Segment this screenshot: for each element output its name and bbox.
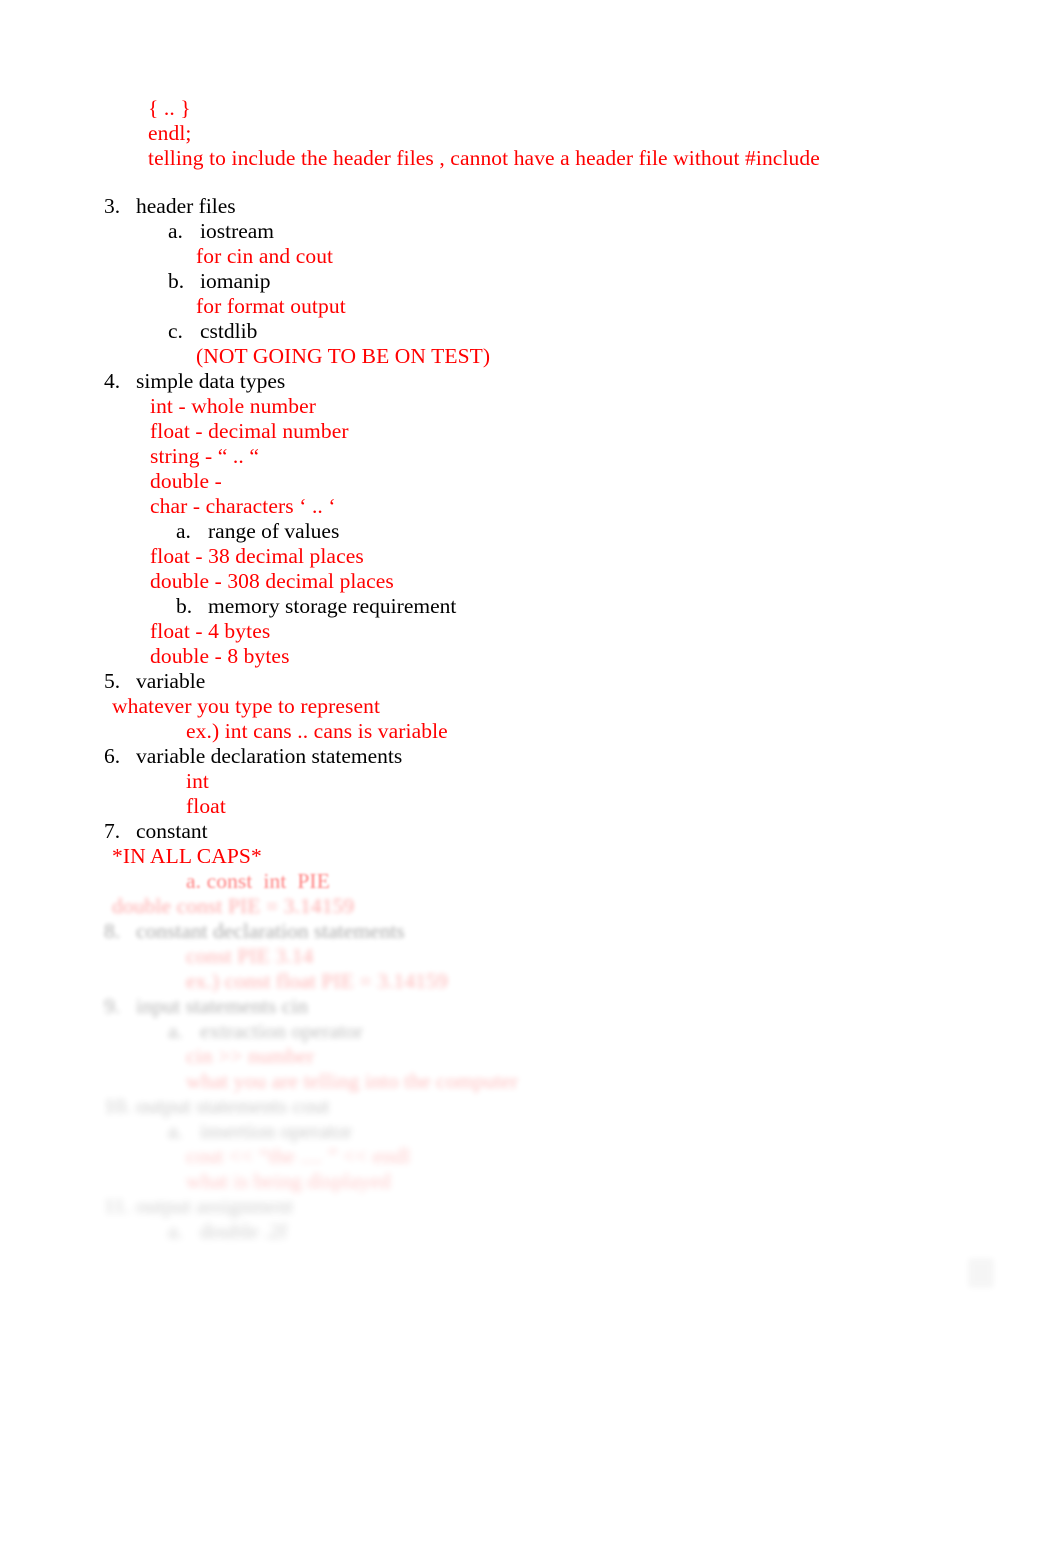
outline-item-label: iomanip: [200, 269, 271, 293]
list-marker: 3.: [104, 194, 121, 218]
note-type-double: double -: [150, 469, 222, 493]
note-iostream: for cin and cout: [196, 244, 334, 268]
outline-item-label: insertion operator: [200, 1119, 353, 1143]
degraded-line-12: cout << “the .... ” << endl: [186, 1144, 411, 1168]
list-marker: b.: [176, 594, 193, 618]
outline-item-label: output statements cout: [136, 1094, 330, 1118]
degraded-line-3: 8. constant declaration statements: [0, 919, 1062, 944]
note-cstdlib: (NOT GOING TO BE ON TEST): [196, 344, 491, 368]
outline-item-6: 6. variable declaration statements: [0, 744, 1062, 769]
list-marker: c.: [168, 319, 183, 343]
page-corner-artifact: [968, 1258, 994, 1288]
outline-item-label: constant declaration statements: [136, 919, 405, 943]
degraded-line-11: a. insertion operator: [0, 1119, 1062, 1144]
degraded-line-7: a. extraction operator: [0, 1019, 1062, 1044]
outline-item-label: extraction operator: [200, 1019, 363, 1043]
list-marker: 10.: [104, 1094, 131, 1118]
note-variable-definition: whatever you type to represent: [112, 694, 381, 718]
list-marker: 4.: [104, 369, 121, 393]
outline-item-label: memory storage requirement: [208, 594, 457, 618]
note-type-char: char - characters ‘ .. ‘: [150, 494, 336, 518]
outline-item-5: 5. variable: [0, 669, 1062, 694]
outline-item-label: input statements cin: [136, 994, 308, 1018]
note-type-float: float - decimal number: [150, 419, 349, 443]
list-marker: 7.: [104, 819, 121, 843]
document-body: { .. } endl; telling to include the head…: [0, 96, 1062, 1244]
list-marker: a.: [168, 1019, 183, 1043]
list-marker: a.: [168, 1219, 183, 1243]
note-decl-int: int: [186, 769, 209, 793]
outline-item-label: variable declaration statements: [136, 744, 403, 768]
outline-item-label: cstdlib: [200, 319, 258, 343]
list-marker: 5.: [104, 669, 121, 693]
degraded-line-1: a. const int PIE: [186, 869, 330, 893]
list-marker: a.: [168, 1119, 183, 1143]
note-type-int: int - whole number: [150, 394, 316, 418]
outline-item-4a: a. range of values: [0, 519, 1062, 544]
document-page: { .. } endl; telling to include the head…: [0, 0, 1062, 1556]
outline-item-4: 4. simple data types: [0, 369, 1062, 394]
outline-item-label: double .2f: [200, 1219, 288, 1243]
degraded-line-9: what you are telling into the computer: [186, 1069, 519, 1093]
degraded-section: a. const int PIE double const PIE = 3.14…: [0, 869, 1062, 1244]
note-variable-example: ex.) int cans .. cans is variable: [186, 719, 448, 743]
list-marker: 11.: [104, 1194, 131, 1218]
outline-item-4b: b. memory storage requirement: [0, 594, 1062, 619]
note-float-precision: float - 38 decimal places: [150, 544, 364, 568]
outline-item-3a: a. iostream: [0, 219, 1062, 244]
list-marker: 6.: [104, 744, 121, 768]
note-type-string: string - “ .. “: [150, 444, 259, 468]
outline-item-label: range of values: [208, 519, 340, 543]
note-float-bytes: float - 4 bytes: [150, 619, 271, 643]
note-double-bytes: double - 8 bytes: [150, 644, 290, 668]
outline-item-label: output assignment: [136, 1194, 294, 1218]
list-marker: a.: [168, 219, 183, 243]
degraded-line-2: double const PIE = 3.14159: [112, 894, 355, 918]
list-marker: a.: [176, 519, 191, 543]
outline-item-label: simple data types: [136, 369, 286, 393]
outline-item-7: 7. constant: [0, 819, 1062, 844]
list-marker: 8.: [104, 919, 121, 943]
outline-item-3c: c. cstdlib: [0, 319, 1062, 344]
note-double-precision: double - 308 decimal places: [150, 569, 394, 593]
degraded-line-13: what is being displayed: [186, 1169, 391, 1193]
outline-item-label: iostream: [200, 219, 275, 243]
degraded-line-15: a. double .2f: [0, 1219, 1062, 1244]
note-iomanip: for format output: [196, 294, 346, 318]
degraded-line-10: 10. output statements cout: [0, 1094, 1062, 1119]
degraded-line-6: 9. input statements cin: [0, 994, 1062, 1019]
outline-item-label: constant: [136, 819, 208, 843]
degraded-line-14: 11. output assignment: [0, 1194, 1062, 1219]
top-note-include: telling to include the header files , ca…: [148, 146, 820, 170]
top-note-endl: endl;: [148, 121, 192, 145]
outline-item-3: 3. header files: [0, 194, 1062, 219]
list-marker: b.: [168, 269, 185, 293]
degraded-line-5: ex.) const float PIE = 3.14159: [186, 969, 448, 993]
degraded-line-4: const PIE 3.14: [186, 944, 314, 968]
outline-item-label: header files: [136, 194, 236, 218]
outline-item-3b: b. iomanip: [0, 269, 1062, 294]
degraded-line-8: cin >> number: [186, 1044, 315, 1068]
list-marker: 9.: [104, 994, 121, 1018]
outline-item-label: variable: [136, 669, 206, 693]
note-constant-caps: *IN ALL CAPS*: [112, 844, 262, 868]
note-decl-float: float: [186, 794, 226, 818]
top-note-braces: { .. }: [148, 96, 191, 120]
